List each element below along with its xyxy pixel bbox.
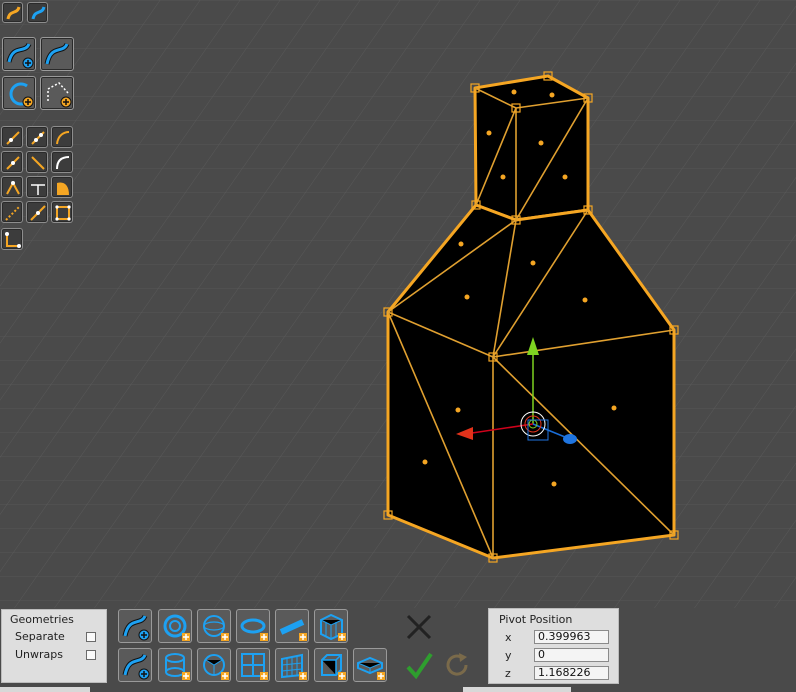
pivot-x-field[interactable]: 0.399963 (534, 630, 609, 644)
tool-4-1[interactable] (1, 201, 23, 223)
redo-icon (446, 653, 468, 676)
pivot-z-label: z (505, 667, 511, 680)
slash-line-icon (30, 205, 46, 221)
edit-spline-icon (44, 42, 70, 65)
curve-icon (56, 131, 70, 145)
torus-icon (163, 614, 190, 641)
plane-grid-icon (241, 653, 268, 680)
tool-2-1[interactable] (1, 151, 23, 173)
line-point-icon (6, 131, 20, 145)
shape-icon (31, 6, 46, 20)
arc-icon (56, 156, 70, 170)
viewport-3d[interactable] (0, 0, 796, 692)
x-icon (406, 614, 432, 640)
curve-tool[interactable] (51, 126, 73, 148)
edit-spline-button[interactable] (40, 37, 74, 71)
unwraps-checkbox[interactable] (86, 650, 96, 660)
path-icon (6, 6, 21, 20)
break-icon (6, 156, 20, 170)
tool-4-2[interactable] (26, 201, 48, 223)
insert-point-icon (6, 180, 20, 195)
tool-2-3[interactable] (51, 151, 73, 173)
rect-select-icon (55, 205, 71, 221)
add-plane-button[interactable] (236, 648, 270, 682)
tube-icon (279, 619, 307, 641)
add-ring-button[interactable] (236, 609, 270, 643)
unwraps-label: Unwraps (15, 648, 63, 661)
pivot-y-field[interactable]: 0 (534, 648, 609, 662)
add-grid-cube-button[interactable] (314, 609, 348, 643)
grid-cube-icon (320, 613, 346, 641)
disc-icon (357, 656, 385, 680)
add-circle-button[interactable] (2, 76, 36, 110)
separate-checkbox[interactable] (86, 632, 96, 642)
cylinder-icon (165, 653, 190, 680)
line-points-icon (31, 131, 45, 145)
tool-4-3[interactable] (51, 201, 73, 223)
spline-plus-icon (122, 614, 150, 641)
shape-mode-button[interactable] (27, 2, 48, 23)
spline-plus-icon-2 (122, 653, 150, 680)
add-spline-icon (6, 42, 34, 69)
add-cylinder-button[interactable] (158, 648, 192, 682)
curve-mode-button[interactable] (2, 2, 23, 23)
tool-2-2[interactable] (26, 151, 48, 173)
geosphere-icon (203, 654, 229, 680)
add-geosphere-button[interactable] (197, 648, 231, 682)
fill-shape-icon (57, 182, 69, 195)
add-disc-button[interactable] (353, 648, 387, 682)
reset-button[interactable] (443, 650, 473, 680)
ring-icon (240, 618, 268, 641)
pivot-x-label: x (505, 631, 512, 644)
tool-3-3[interactable] (51, 176, 73, 198)
add-cube-button[interactable] (314, 648, 348, 682)
add-spline-shape-button[interactable] (118, 609, 152, 643)
dotted-line-icon (5, 205, 21, 221)
cube-icon (321, 654, 346, 680)
corner-points-icon (5, 232, 21, 248)
pivot-position-panel: Pivot Position x 0.399963 y 0 z 1.168226 (488, 608, 619, 684)
confirm-button[interactable] (403, 648, 435, 682)
add-spline-shape-2-button[interactable] (118, 648, 152, 682)
tool-3-2[interactable] (26, 176, 48, 198)
add-polyline-icon (47, 82, 72, 108)
add-polyline-button[interactable] (40, 76, 74, 110)
pivot-z-field[interactable]: 1.168226 (534, 666, 609, 680)
add-spline-button[interactable] (2, 37, 36, 71)
tool-3-1[interactable] (1, 176, 23, 198)
sphere-icon (203, 615, 229, 641)
checkmark-icon (406, 652, 433, 680)
bottom-strip-right (463, 687, 571, 692)
cancel-button[interactable] (403, 612, 435, 642)
point-tool-2[interactable] (26, 126, 48, 148)
tool-5-1[interactable] (1, 228, 23, 250)
geometries-title: Geometries (10, 613, 74, 626)
pivot-title: Pivot Position (499, 613, 573, 626)
point-tool-1[interactable] (1, 126, 23, 148)
separate-label: Separate (15, 630, 65, 643)
diagonal-line-icon (31, 156, 45, 170)
add-mesh-plane-button[interactable] (275, 648, 309, 682)
mesh-plane-icon (281, 653, 307, 680)
add-tube-button[interactable] (275, 609, 309, 643)
add-circle-icon (9, 82, 34, 108)
add-torus-button[interactable] (158, 609, 192, 643)
add-sphere-button[interactable] (197, 609, 231, 643)
tangent-icon (31, 184, 45, 195)
geometries-panel: Geometries Separate Unwraps (1, 609, 107, 683)
pivot-y-label: y (505, 649, 512, 662)
bottom-strip-left (0, 687, 90, 692)
